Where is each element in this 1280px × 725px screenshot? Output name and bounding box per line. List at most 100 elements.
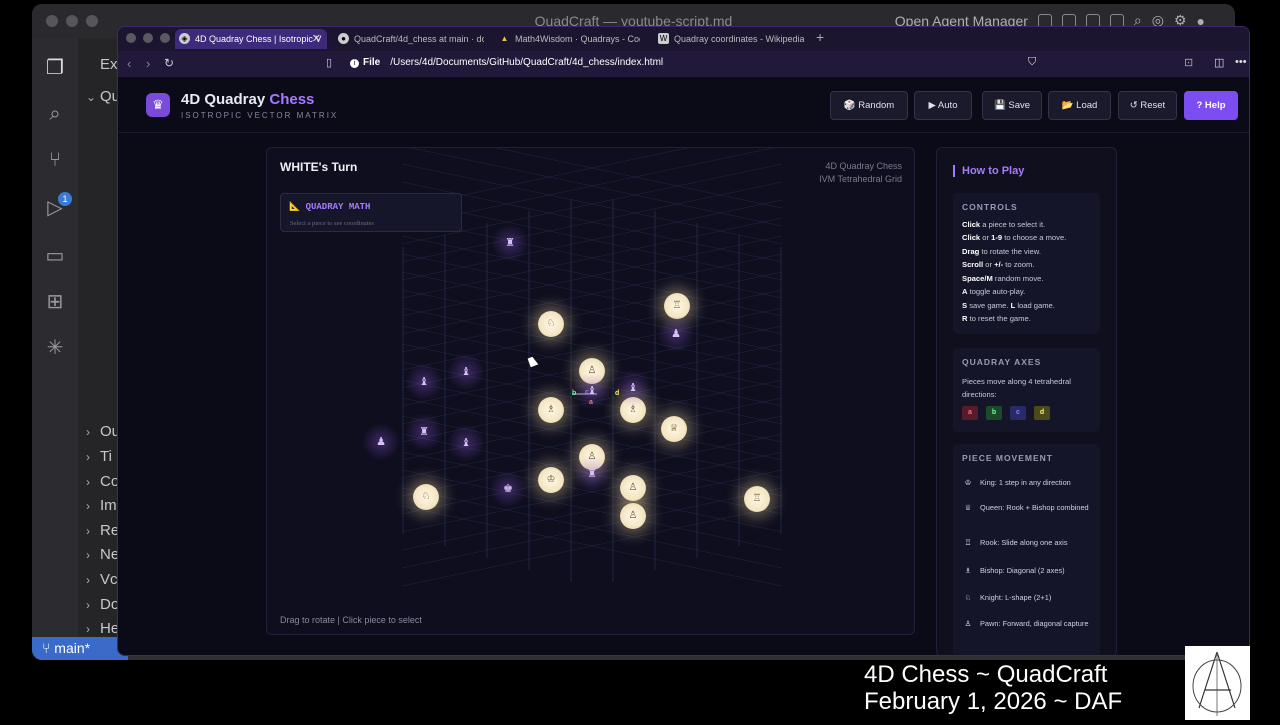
random-button[interactable]: 🎲 Random [830,91,908,120]
black-bishop-piece[interactable]: ♝ [447,424,485,462]
new-tab-button[interactable]: + [816,29,824,45]
info-icon: i [350,59,359,68]
screenshot-icon[interactable]: ⊡ [1184,56,1193,69]
tab-wikipedia[interactable]: W Quadray coordinates - Wikipedia [654,29,804,49]
board-hint: Drag to rotate | Click piece to select [280,615,422,625]
auto-button[interactable]: ▶ Auto [914,91,972,120]
black-bishop-piece[interactable]: ♝ [614,369,652,407]
black-bishop-piece[interactable]: ♝ [447,353,485,391]
axis-label-d: d [615,390,620,397]
control-line: S save game. L load game. [962,301,1055,310]
bishop-icon: ♗ [964,566,972,575]
white-knight-piece[interactable]: ♘ [538,311,564,337]
turn-indicator: WHITE's Turn [280,160,358,174]
board-meta: 4D Quadray Chess IVM Tetrahedral Grid [819,161,902,184]
chevron-right-icon: › [86,475,90,489]
white-pawn-piece[interactable]: ♙ [620,503,646,529]
control-line: Click or 1-9 to choose a move. [962,233,1067,242]
reload-icon[interactable]: ↻ [164,56,174,70]
white-knight-piece[interactable]: ♘ [413,484,439,510]
tree-item[interactable]: › Vc [86,571,118,588]
forward-icon[interactable]: › [146,56,150,71]
control-line: A toggle auto-play. [962,287,1026,296]
extensions-icon[interactable]: ⊞ [43,290,67,314]
black-pawn-piece[interactable]: ♟ [362,423,400,461]
tree-item[interactable]: › He [86,620,119,637]
tree-item[interactable]: ⌄ Qu [86,88,120,105]
tree-item[interactable]: › Co [86,473,119,490]
black-rook-piece[interactable]: ♜ [405,413,443,451]
help-button[interactable]: ? Help [1184,91,1238,120]
chevron-right-icon: › [86,524,90,538]
axis-label-c: c [585,389,589,396]
axis-chip-c: c [1010,406,1026,420]
black-rook-piece[interactable]: ♜ [491,224,529,262]
tab-coda[interactable]: ▲ Math4Wisdom · Quadrays - Coda [495,29,640,49]
menu-icon[interactable]: ••• [1235,56,1247,68]
signature-logo [1185,646,1250,720]
chevron-right-icon: › [86,598,90,612]
king-icon: ♔ [964,478,972,487]
app-subtitle: ISOTROPIC VECTOR MATRIX [181,111,339,120]
run-debug-icon[interactable]: ▷ [43,196,67,220]
queen-icon: ♕ [964,503,972,512]
white-pawn-piece[interactable]: ♙ [620,475,646,501]
black-pawn-piece[interactable]: ♟ [657,315,695,353]
sidebar-header: Ex [100,56,118,73]
quadray-math-subtitle: Select a piece to see coordinates [290,220,374,227]
remote-explorer-icon[interactable]: ▭ [43,244,67,268]
chess-app: ♛ 4D Quadray Chess ISOTROPIC VECTOR MATR… [118,77,1249,655]
browser-traffic-lights[interactable] [126,33,170,43]
save-button[interactable]: 💾 Save [982,91,1042,120]
quadray-math-title: 📐 QUADRAY MATH [289,202,371,212]
white-queen-piece[interactable]: ♕ [661,416,687,442]
tab-github[interactable]: ● QuadCraft/4d_chess at main · doc [334,29,484,49]
axis-chip-a: a [962,406,978,420]
tab-4d-quadray-chess[interactable]: ◈ 4D Quadray Chess | Isotropic V ✕ [175,29,327,49]
tree-item[interactable]: › Re [86,522,119,539]
tree-item[interactable]: › Ti [86,448,112,465]
back-icon[interactable]: ‹ [127,56,131,71]
board-panel[interactable]: WHITE's Turn 4D Quadray Chess IVM Tetrahe… [266,147,915,635]
control-line: Scroll or +/- to zoom. [962,260,1035,269]
tree-item[interactable]: › Im [86,497,117,514]
black-king-piece[interactable]: ♚ [489,470,527,508]
tree-item[interactable]: › Ne [86,546,119,563]
control-line: Click a piece to select it. [962,220,1046,229]
knight-icon: ♘ [964,593,972,602]
axis-chip-b: b [986,406,1002,420]
white-rook-piece[interactable]: ♖ [744,486,770,512]
coda-icon: ▲ [500,34,509,43]
explorer-icon[interactable]: ❐ [43,56,67,80]
controls-card: CONTROLS Click a piece to select it. Cli… [953,193,1100,334]
chevron-right-icon: › [86,548,90,562]
reset-button[interactable]: ↺ Reset [1118,91,1177,120]
black-rook-piece[interactable]: ♜ [573,455,611,493]
branch-indicator[interactable]: ⑂ main* [32,637,128,660]
axis-label-a: a [589,399,593,406]
close-tab-icon[interactable]: ✕ [312,29,321,49]
load-button[interactable]: 📂 Load [1048,91,1111,120]
white-bishop-piece[interactable]: ♗ [538,397,564,423]
app-title: 4D Quadray Chess [181,91,315,108]
source-control-icon[interactable]: ⑂ [43,148,67,172]
brave-shield-icon[interactable]: ⛉ [1028,56,1036,69]
caption-line-2: February 1, 2026 ~ DAF [864,688,1123,715]
tree-item[interactable]: › Do [86,596,119,613]
tree-item[interactable]: › Ou [86,423,120,440]
caption-line-1: 4D Chess ~ QuadCraft [864,661,1108,688]
control-line: Drag to rotate the view. [962,247,1041,256]
sidebar-icon[interactable]: ◫ [1214,56,1224,69]
black-bishop-piece[interactable]: ♝ [405,363,443,401]
white-king-piece[interactable]: ♔ [538,467,564,493]
tab-bar: ◈ 4D Quadray Chess | Isotropic V ✕ ● Qua… [118,27,1249,51]
agent-icon[interactable]: ✳ [43,336,67,360]
controls-header: CONTROLS [962,202,1018,212]
bookmark-icon[interactable]: ▯ [326,56,332,69]
control-line: Space/M random move. [962,274,1044,283]
activity-bar: ❐ ⌕ ⑂ 1 ▷ ▭ ⊞ ✳ [32,38,78,638]
url-field[interactable]: i File/Users/4d/Documents/GitHub/QuadCraf… [350,57,663,68]
chevron-right-icon: › [86,425,90,439]
search-icon[interactable]: ⌕ [43,102,67,126]
github-icon: ● [338,33,349,44]
